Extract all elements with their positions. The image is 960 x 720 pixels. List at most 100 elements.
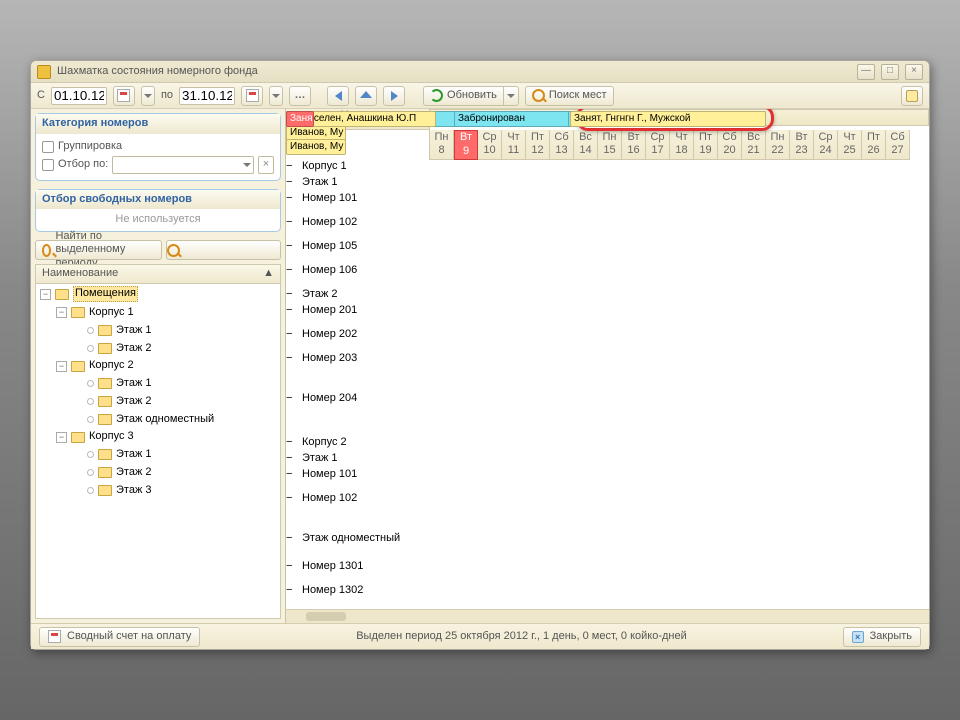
day-column[interactable]: Вт23 bbox=[790, 130, 814, 160]
row-outline[interactable]: − bbox=[286, 584, 302, 608]
row-timeline[interactable] bbox=[430, 176, 929, 192]
day-column[interactable]: Сб13 bbox=[550, 130, 574, 160]
row-name[interactable]: Номер 203 bbox=[302, 352, 430, 392]
day-column[interactable]: Чт11 bbox=[502, 130, 526, 160]
close-button[interactable]: × Закрыть bbox=[843, 627, 921, 647]
row-outline[interactable]: − bbox=[286, 240, 302, 264]
row-timeline[interactable]: Переселен, Анашкина Ю.ПЗабронированПерес… bbox=[430, 560, 929, 584]
row-name[interactable]: Номер 1301 bbox=[302, 560, 430, 584]
tree-floor[interactable]: Этаж 1 bbox=[72, 446, 280, 464]
row-timeline[interactable] bbox=[430, 468, 929, 492]
row-name[interactable]: Номер 102 bbox=[302, 216, 430, 240]
premises-tree[interactable]: −Помещения −Корпус 1 Этаж 1 Этаж 2 −Корп… bbox=[35, 284, 281, 619]
row-timeline[interactable] bbox=[430, 304, 929, 328]
row-timeline[interactable]: Забронирован bbox=[430, 240, 929, 264]
minimize-button[interactable]: — bbox=[857, 64, 875, 80]
date-to-cal-button[interactable] bbox=[241, 86, 263, 106]
day-column[interactable]: Сб20 bbox=[718, 130, 742, 160]
grouping-checkbox[interactable] bbox=[42, 141, 54, 153]
row-name[interactable]: Номер 101 bbox=[302, 468, 430, 492]
maximize-button[interactable]: □ bbox=[881, 64, 899, 80]
row-name[interactable]: Этаж 2 bbox=[302, 288, 430, 304]
tree-floor[interactable]: Этаж одноместный bbox=[72, 411, 280, 429]
nav-home-button[interactable] bbox=[355, 86, 377, 106]
day-column[interactable]: Пт26 bbox=[862, 130, 886, 160]
day-column[interactable]: Сб27 bbox=[886, 130, 910, 160]
row-name[interactable]: Этаж 1 bbox=[302, 452, 430, 468]
row-name[interactable]: Корпус 1 bbox=[302, 160, 430, 176]
row-name[interactable]: Номер 102 bbox=[302, 492, 430, 532]
date-from-cal-button[interactable] bbox=[113, 86, 135, 106]
date-from-dd[interactable] bbox=[141, 86, 155, 106]
row-name[interactable]: Этаж одноместный bbox=[302, 532, 430, 560]
day-column[interactable]: Пт12 bbox=[526, 130, 550, 160]
nav-prev-button[interactable] bbox=[327, 86, 349, 106]
row-timeline[interactable] bbox=[430, 288, 929, 304]
row-outline[interactable]: − bbox=[286, 352, 302, 392]
row-name[interactable]: Номер 106 bbox=[302, 264, 430, 288]
row-timeline[interactable]: Переселен, Белкина А.Г., ЖенскийЗабронир… bbox=[430, 352, 929, 392]
find-by-period-button[interactable]: Найти по выделенному периоду bbox=[35, 240, 162, 260]
date-to-dd[interactable] bbox=[269, 86, 283, 106]
tree-corpus-2[interactable]: −Корпус 2 bbox=[56, 357, 280, 375]
row-name[interactable]: Номер 101 bbox=[302, 192, 430, 216]
day-column[interactable]: Вс21 bbox=[742, 130, 766, 160]
row-timeline[interactable] bbox=[430, 452, 929, 468]
row-outline[interactable]: − bbox=[286, 304, 302, 328]
gantt-h-scrollbar[interactable] bbox=[286, 609, 929, 623]
gantt-chart[interactable]: Номер Октябрь, 2012 Пн8Вт9Ср10Чт11Пт12Сб… bbox=[286, 109, 929, 623]
settings-button[interactable] bbox=[901, 86, 923, 106]
range-dialog-button[interactable]: … bbox=[289, 86, 311, 106]
row-outline[interactable]: − bbox=[286, 492, 302, 532]
filter-checkbox[interactable] bbox=[42, 159, 54, 171]
day-column[interactable]: Ср24 bbox=[814, 130, 838, 160]
row-name[interactable]: Номер 204 bbox=[302, 392, 430, 436]
tree-floor[interactable]: Этаж 3 bbox=[72, 482, 280, 500]
tree-floor[interactable]: Этаж 1 bbox=[72, 375, 280, 393]
date-from-input[interactable] bbox=[51, 87, 107, 105]
row-name[interactable]: Номер 201 bbox=[302, 304, 430, 328]
row-outline[interactable]: − bbox=[286, 264, 302, 288]
day-column[interactable]: Вт16 bbox=[622, 130, 646, 160]
row-outline[interactable]: − bbox=[286, 560, 302, 584]
row-outline[interactable]: − bbox=[286, 392, 302, 436]
row-outline[interactable]: − bbox=[286, 192, 302, 216]
row-timeline[interactable] bbox=[430, 436, 929, 452]
filter-select[interactable] bbox=[112, 156, 254, 174]
row-name[interactable]: Номер 105 bbox=[302, 240, 430, 264]
day-column[interactable]: Ср17 bbox=[646, 130, 670, 160]
row-outline[interactable]: − bbox=[286, 452, 302, 468]
close-window-button[interactable]: × bbox=[905, 64, 923, 80]
row-outline[interactable]: − bbox=[286, 436, 302, 452]
day-column[interactable]: Чт25 bbox=[838, 130, 862, 160]
tree-floor[interactable]: Этаж 1 bbox=[72, 322, 280, 340]
row-name[interactable]: Корпус 2 bbox=[302, 436, 430, 452]
day-column[interactable]: Пн8 bbox=[430, 130, 454, 160]
tree-corpus-1[interactable]: −Корпус 1 bbox=[56, 304, 280, 322]
row-timeline[interactable]: Занят, Гнгнгн Г., Мужской bbox=[430, 584, 929, 608]
tree-root[interactable]: −Помещения bbox=[40, 284, 280, 304]
row-outline[interactable]: − bbox=[286, 288, 302, 304]
day-column[interactable]: Ср10 bbox=[478, 130, 502, 160]
tree-floor[interactable]: Этаж 2 bbox=[72, 393, 280, 411]
row-timeline[interactable]: Занят, Борисов А.С., Мужской bbox=[430, 328, 929, 352]
row-name[interactable]: Этаж 1 bbox=[302, 176, 430, 192]
day-column[interactable]: Чт18 bbox=[670, 130, 694, 160]
day-column[interactable]: Вт9 bbox=[454, 130, 478, 160]
search-places-button[interactable]: Поиск мест bbox=[525, 86, 614, 106]
booking-bar[interactable]: Иванов, Му bbox=[286, 139, 346, 155]
day-column[interactable]: Пн15 bbox=[598, 130, 622, 160]
summary-invoice-button[interactable]: Сводный счет на оплату bbox=[39, 627, 200, 647]
row-timeline[interactable]: а Б.В., МужсПродлен, Аааааааа Б bbox=[430, 216, 929, 240]
row-timeline[interactable] bbox=[430, 264, 929, 288]
tree-floor[interactable]: Этаж 2 bbox=[72, 464, 280, 482]
filter-clear-button[interactable]: × bbox=[258, 156, 274, 174]
tree-corpus-3[interactable]: −Корпус 3 bbox=[56, 428, 280, 446]
row-outline[interactable]: − bbox=[286, 468, 302, 492]
row-timeline[interactable]: жской bbox=[430, 492, 929, 532]
row-outline[interactable]: − bbox=[286, 216, 302, 240]
row-timeline[interactable]: Иванов, МуИванов, МуИванов, МуЗаброниров… bbox=[430, 392, 929, 436]
row-outline[interactable]: − bbox=[286, 176, 302, 192]
row-timeline[interactable]: Забронирован, Анашкина Ю.А., Женс bbox=[430, 192, 929, 216]
row-outline[interactable]: − bbox=[286, 532, 302, 560]
